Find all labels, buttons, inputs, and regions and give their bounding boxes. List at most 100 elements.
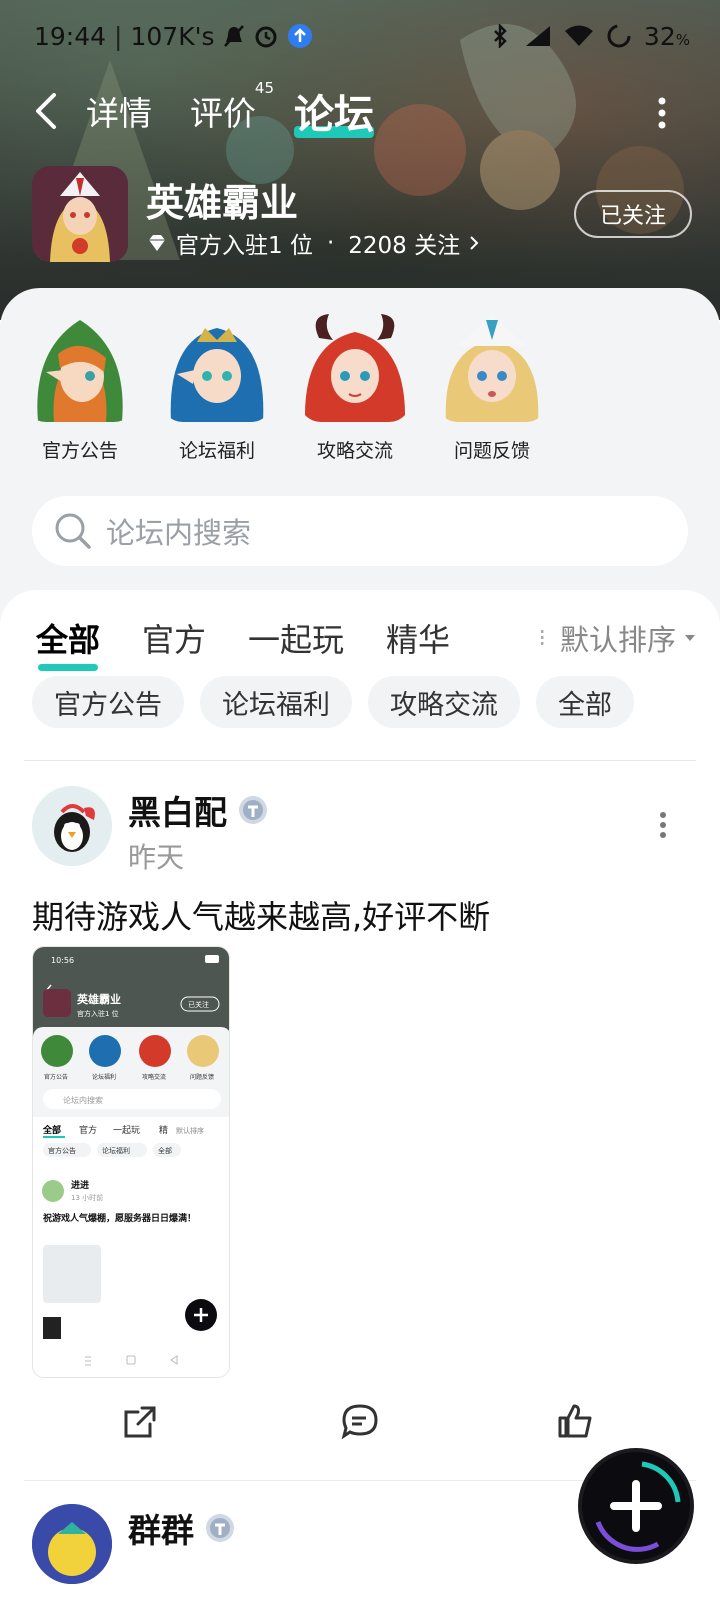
forum-search-input[interactable]: 论坛内搜索 [32,496,688,566]
post-time: 昨天 [128,841,185,874]
bluetooth-icon [494,24,507,48]
post-author[interactable]: 群群 [128,1504,236,1552]
thumb-time: 10:56 [51,956,74,965]
game-info: 英雄霸业 官方入驻1 位 · 2208 关注 已关注 [32,166,692,266]
verified-badge-icon [206,1514,234,1542]
status-time: 19:44 [34,21,107,51]
official-count[interactable]: 官方入驻1 位 [176,226,313,260]
followers-count[interactable]: 2208 关注 [348,226,460,260]
sub-forum-strategy[interactable]: 攻略交流 [299,310,411,463]
top-nav: 详情 评价 45 论坛 [0,78,720,144]
sub-forum-label: 官方公告 [41,440,118,462]
chevron-left-icon[interactable] [32,91,60,131]
avatar[interactable] [32,1504,112,1584]
chip-welfare[interactable]: 论坛福利 [200,676,352,728]
reviews-count-badge: 45 [254,79,274,97]
thumb-chip-0: 官方公告 [48,1146,76,1155]
game-meta: 官方入驻1 位 · 2208 关注 [146,226,480,260]
thumb-tab-0: 全部 [42,1124,61,1136]
divider [24,760,696,761]
tab-play-together[interactable]: 一起玩 [248,615,344,661]
demon-avatar-icon [299,310,411,422]
thumb-sub-2: 攻略交流 [142,1073,166,1081]
sort-label: 默认排序 [559,623,676,657]
thumb-sub-1: 论坛福利 [92,1073,116,1081]
thumb-post-text: 祝游戏人气爆棚，愿服务器日日爆满！ [43,1212,196,1224]
wifi-icon [564,25,593,46]
thumb-sub-3: 问题反馈 [190,1073,214,1081]
signal-icon [525,26,550,46]
sort-dropdown[interactable]: ⁝ 默认排序 [538,617,696,659]
sub-forum-feedback[interactable]: 问题反馈 [436,310,548,463]
penguin-avatar-icon [32,786,112,866]
chip-all[interactable]: 全部 [536,676,634,728]
battery-percent: 32 [643,21,676,51]
tab-forum[interactable]: 论坛 [294,82,374,140]
post-author[interactable]: 黑白配 [128,786,269,834]
chip-strategy[interactable]: 攻略交流 [368,676,520,728]
follow-button[interactable]: 已关注 [574,190,692,238]
game-title: 英雄霸业 [146,181,299,225]
avatar[interactable] [32,786,112,866]
priestess-avatar-icon [436,310,548,422]
post-image[interactable]: 10:56 英雄霸业 官方入驻1 位 已关注 官方公告 论坛福利 攻略交流 问题… [32,946,230,1378]
thumb-tab-3: 精 [159,1124,168,1136]
forum-body: 官方公告 论坛福利 攻略交流 问题反馈 论坛内搜索 全部 官方 一起玩 精华 ⁝… [0,288,720,1600]
search-icon [55,513,91,549]
more-vertical-icon[interactable] [656,96,668,130]
tab-official[interactable]: 官方 [142,615,206,661]
plus-icon [595,1461,681,1552]
author-name: 黑白配 [128,793,227,832]
like-icon[interactable] [556,1402,596,1442]
game-icon[interactable] [32,166,128,262]
tab-reviews-label: 评价 [190,94,256,133]
thumb-post-time: 13 小时前 [71,1193,103,1202]
thumb-chip-1: 论坛福利 [102,1146,130,1155]
meta-dot: · [326,230,335,256]
sub-forum-list: 官方公告 论坛福利 攻略交流 问题反馈 [24,310,714,470]
tab-featured[interactable]: 精华 [386,615,450,661]
alarm-icon [255,26,276,48]
post-more-icon[interactable] [658,810,668,840]
content-tabs: 全部 官方 一起玩 精华 ⁝ 默认排序 [36,608,696,671]
comment-icon[interactable] [340,1402,380,1442]
diamond-icon [149,235,165,251]
battery-level: 32% [643,21,690,51]
post-feed: 全部 官方 一起玩 精华 ⁝ 默认排序 官方公告 论坛福利 攻略交流 全部 黑白… [0,590,720,1600]
tab-all[interactable]: 全部 [36,615,100,671]
thumb-sort: 默认排序 [176,1126,204,1135]
thumb-search: 论坛内搜索 [63,1095,103,1105]
thumb-follow: 已关注 [188,1000,209,1009]
mute-bell-icon [223,25,244,47]
new-post-button[interactable] [582,1452,690,1560]
network-speed: 107K's [130,21,215,51]
share-icon[interactable] [120,1402,160,1442]
caret-down-icon [685,635,695,641]
sort-separator: ⁝ [538,624,546,652]
thumb-tab-1: 官方 [79,1124,97,1136]
hero-portrait-icon [32,166,128,262]
search-placeholder: 论坛内搜索 [106,516,252,550]
sub-forum-announcements[interactable]: 官方公告 [24,310,136,463]
chevron-right-icon [470,236,479,250]
thumb-official: 官方入驻1 位 [77,1009,119,1018]
screenshot-thumbnail: 10:56 英雄霸业 官方入驻1 位 已关注 官方公告 论坛福利 攻略交流 问题… [33,947,229,1377]
tab-reviews[interactable]: 评价 45 [190,79,274,135]
thumb-chip-2: 全部 [158,1146,172,1155]
thumb-tab-2: 一起玩 [113,1125,140,1136]
status-bar: 19:44 | 107K's 32% [34,21,690,51]
battery-saver-icon [607,24,631,48]
post-card[interactable]: 黑白配 昨天 期待游戏人气越来越高,好评不断 10:56 英雄霸业 官方入驻1 … [0,780,720,1480]
tab-details[interactable]: 详情 [86,87,152,135]
sub-forum-welfare[interactable]: 论坛福利 [161,310,273,463]
chip-announcements[interactable]: 官方公告 [32,676,184,728]
yellow-character-avatar-icon [32,1504,112,1584]
upload-notification-icon [287,24,312,48]
filter-chips: 官方公告 论坛福利 攻略交流 全部 [32,676,634,728]
thumb-sub-0: 官方公告 [44,1073,68,1081]
sub-forum-label: 攻略交流 [316,440,393,462]
sub-forum-label: 论坛福利 [178,440,255,462]
thumb-game-title: 英雄霸业 [76,992,121,1006]
elf-avatar-icon [24,310,136,422]
sub-forum-label: 问题反馈 [453,440,530,462]
